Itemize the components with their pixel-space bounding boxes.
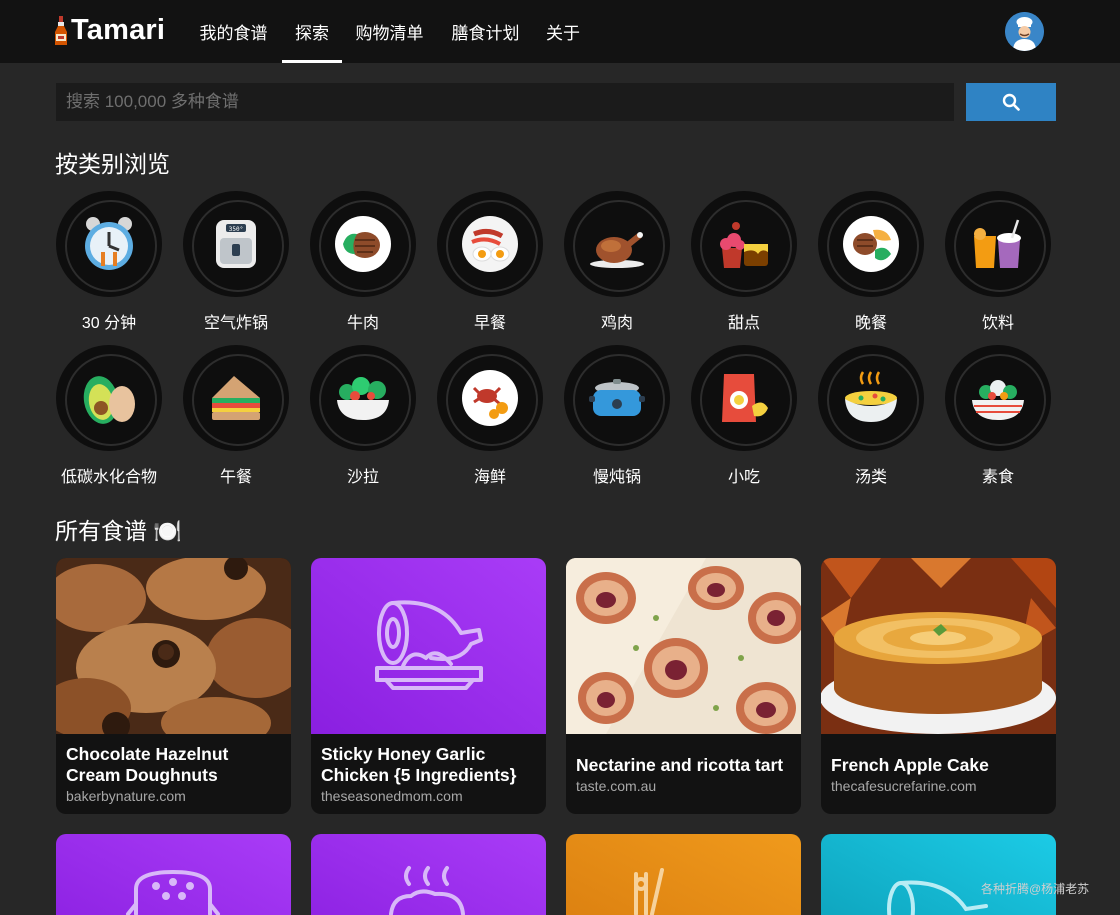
- category-chicken[interactable]: 鸡肉: [557, 191, 677, 333]
- category-label: 低碳水化合物: [60, 469, 157, 486]
- category-dinner[interactable]: 晚餐: [811, 191, 931, 333]
- category-label: 空气炸锅: [203, 315, 268, 332]
- recipe-title: Chocolate Hazelnut Cream Doughnuts: [66, 744, 229, 785]
- recipe-source: bakerbynature.com: [66, 788, 186, 804]
- roast-chicken-icon: [590, 232, 644, 268]
- category-label: 沙拉: [346, 469, 379, 486]
- category-label: 小吃: [727, 469, 760, 486]
- recipe-title: Nectarine and ricotta tart: [576, 754, 784, 775]
- breakfast-plate-icon: [462, 216, 518, 272]
- recipe-title: Sticky Honey Garlic Chicken {5 Ingredien…: [321, 744, 517, 785]
- category-label: 海鲜: [473, 469, 506, 486]
- category-seafood[interactable]: 海鲜: [430, 345, 550, 487]
- nav-about[interactable]: 关于: [543, 0, 583, 63]
- recipe-card-partial[interactable]: [821, 834, 1056, 915]
- vegetable-bowl-icon: [972, 380, 1024, 420]
- category-label: 甜点: [727, 315, 760, 332]
- recipe-source: theseasonedmom.com: [321, 788, 463, 804]
- search-input[interactable]: [56, 83, 954, 121]
- apple-cake-photo: [821, 558, 1056, 734]
- category-vegetarian[interactable]: 素食: [938, 345, 1058, 487]
- search-button[interactable]: [966, 83, 1056, 121]
- category-label: 午餐: [219, 469, 252, 486]
- soup-bowl-icon: [845, 371, 897, 422]
- nav-shopping-list[interactable]: 购物清单: [352, 0, 427, 63]
- recipe-card[interactable]: Chocolate Hazelnut Cream Doughnuts baker…: [56, 558, 291, 814]
- drink-placeholder-icon: [566, 834, 801, 915]
- nav-meal-plan[interactable]: 膳食计划: [448, 0, 523, 63]
- nav-my-recipes[interactable]: 我的食谱: [196, 0, 271, 63]
- dinner-plate-icon: [843, 216, 899, 272]
- crab-icon: [462, 370, 518, 426]
- recipe-title: French Apple Cake: [831, 754, 989, 775]
- avatar[interactable]: [1005, 12, 1044, 51]
- category-label: 30 分钟: [81, 315, 137, 332]
- category-air-fryer[interactable]: 350° 空气炸锅: [176, 191, 296, 333]
- app-logo[interactable]: Tamari: [54, 14, 165, 47]
- recipe-card[interactable]: French Apple Cake thecafesucrefarine.com: [821, 558, 1056, 814]
- doughnuts-photo: [56, 558, 291, 734]
- top-nav: Tamari 我的食谱 探索 购物清单 膳食计划 关于: [0, 0, 1120, 63]
- category-snacks[interactable]: 小吃: [684, 345, 804, 487]
- category-slow-cooker[interactable]: 慢炖锅: [557, 345, 677, 487]
- category-label: 晚餐: [854, 315, 887, 332]
- steak-icon: [335, 216, 391, 272]
- avocado-egg-icon: [83, 376, 135, 424]
- category-drinks[interactable]: 饮料: [938, 191, 1058, 333]
- snack-bag-icon: [722, 374, 768, 422]
- recipe-source: taste.com.au: [576, 777, 657, 794]
- category-30-min[interactable]: 30 分钟: [49, 191, 169, 333]
- all-recipes-heading: 所有食谱 🍽️: [55, 518, 183, 544]
- steaming-dish-placeholder-icon: [311, 834, 546, 915]
- tart-photo: [566, 558, 801, 734]
- sauce-bottle-icon: [55, 15, 67, 45]
- slow-cooker-icon: [589, 379, 645, 416]
- bread-placeholder-icon: [56, 834, 291, 915]
- app-name: Tamari: [71, 14, 166, 46]
- category-breakfast[interactable]: 早餐: [430, 191, 550, 333]
- svg-text:350°: 350°: [229, 226, 243, 233]
- nav-explore[interactable]: 探索: [282, 0, 342, 63]
- sandwich-icon: [212, 376, 260, 420]
- recipe-card[interactable]: Sticky Honey Garlic Chicken {5 Ingredien…: [311, 558, 546, 814]
- recipe-card-partial[interactable]: [566, 834, 801, 915]
- chef-avatar-icon: [1005, 12, 1044, 51]
- category-low-carb[interactable]: 低碳水化合物: [49, 345, 169, 487]
- alarm-clock-icon: [85, 217, 133, 270]
- search-icon: [1002, 93, 1020, 111]
- category-salad[interactable]: 沙拉: [303, 345, 423, 487]
- category-lunch[interactable]: 午餐: [176, 345, 296, 487]
- category-label: 饮料: [981, 315, 1014, 332]
- ham-placeholder-icon: [821, 834, 1056, 915]
- salad-bowl-icon: [337, 377, 389, 420]
- air-fryer-icon: 350°: [216, 220, 256, 268]
- category-beef[interactable]: 牛肉: [303, 191, 423, 333]
- recipe-source: thecafesucrefarine.com: [831, 777, 977, 794]
- categories-heading: 按类别浏览: [55, 151, 170, 177]
- watermark: 各种折腾@杨浦老苏: [981, 882, 1090, 896]
- category-label: 早餐: [473, 315, 506, 332]
- category-label: 汤类: [854, 469, 887, 486]
- dessert-icon: [720, 222, 768, 268]
- category-label: 素食: [981, 469, 1014, 486]
- recipe-card-partial[interactable]: [311, 834, 546, 915]
- category-dessert[interactable]: 甜点: [684, 191, 804, 333]
- category-label: 慢炖锅: [592, 469, 641, 486]
- ham-placeholder-icon: [311, 558, 546, 734]
- recipe-card-partial[interactable]: [56, 834, 291, 915]
- category-label: 鸡肉: [600, 315, 633, 332]
- recipe-card[interactable]: Nectarine and ricotta tart taste.com.au: [566, 558, 801, 814]
- category-soup[interactable]: 汤类: [811, 345, 931, 487]
- category-label: 牛肉: [346, 315, 379, 332]
- drinks-icon: [974, 219, 1021, 268]
